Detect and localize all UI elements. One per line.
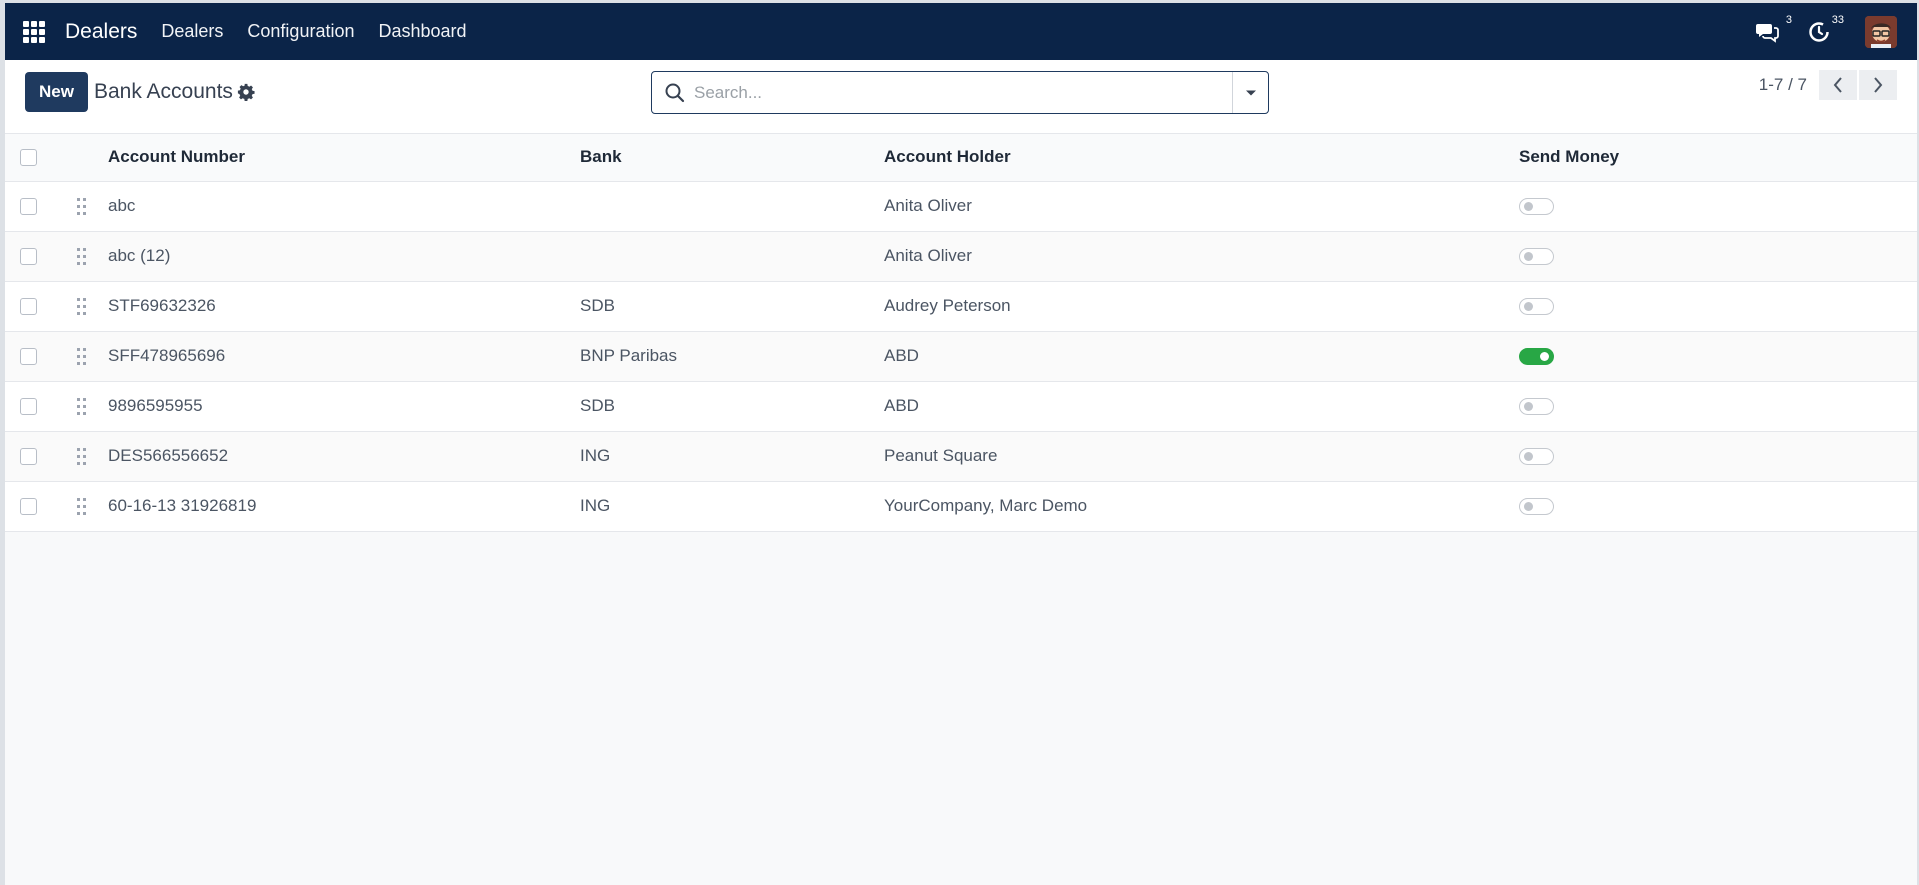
drag-handle-icon[interactable] [77,448,86,466]
row-checkbox[interactable] [20,298,37,316]
select-all-checkbox[interactable] [20,149,37,167]
control-panel: New Bank Accounts 1-7 / 7 [5,60,1917,134]
search-options-toggle[interactable] [1232,72,1268,113]
search-bar [651,71,1269,114]
cell-account-holder[interactable]: Anita Oliver [884,181,1519,231]
user-avatar[interactable] [1865,15,1897,48]
column-header-bank[interactable]: Bank [580,134,884,182]
activities-button[interactable]: 33 [1805,12,1847,46]
page-title[interactable]: Bank Accounts [94,80,233,104]
chevron-left-icon [1833,77,1842,93]
cell-account-holder[interactable]: YourCompany, Marc Demo [884,481,1519,531]
pager-next-button[interactable] [1859,70,1897,100]
drag-handle-icon[interactable] [77,348,86,366]
drag-handle-icon[interactable] [77,248,86,266]
table-row[interactable]: 60-16-13 31926819 ING YourCompany, Marc … [5,481,1917,531]
caret-down-icon [1245,90,1256,95]
column-header-account-number[interactable]: Account Number [108,134,580,182]
gear-icon[interactable] [237,83,255,101]
drag-handle-icon[interactable] [77,498,86,516]
cell-bank[interactable]: SDB [580,281,884,331]
send-money-toggle[interactable] [1519,298,1554,316]
cell-account-holder[interactable]: Anita Oliver [884,231,1519,281]
cell-account-number[interactable]: abc (12) [108,231,580,281]
menu-item-dealers[interactable]: Dealers [161,21,223,42]
chat-icon [1756,23,1779,43]
bank-accounts-table: Account Number Bank Account Holder Send … [5,134,1917,532]
avatar-image [1865,15,1897,48]
cell-account-number[interactable]: STF69632326 [108,281,580,331]
pager-value[interactable]: 1-7 / 7 [1759,75,1807,95]
table-row[interactable]: DES566556652 ING Peanut Square [5,431,1917,481]
messages-badge: 3 [1782,12,1795,27]
app-frame: Dealers Dealers Configuration Dashboard … [5,3,1917,885]
app-brand[interactable]: Dealers [65,20,137,44]
cell-account-number[interactable]: SFF478965696 [108,331,580,381]
activities-badge: 33 [1828,12,1847,27]
send-money-toggle[interactable] [1519,398,1554,416]
cell-account-holder[interactable]: ABD [884,331,1519,381]
row-checkbox[interactable] [20,398,37,416]
table-row[interactable]: SFF478965696 BNP Paribas ABD [5,331,1917,381]
search-icon [665,83,685,102]
cell-account-holder[interactable]: Audrey Peterson [884,281,1519,331]
cell-bank[interactable]: ING [580,431,884,481]
table-row[interactable]: 9896595955 SDB ABD [5,381,1917,431]
send-money-toggle[interactable] [1519,348,1554,366]
table-row[interactable]: STF69632326 SDB Audrey Peterson [5,281,1917,331]
column-header-send-money[interactable]: Send Money [1519,134,1917,182]
cell-bank[interactable]: SDB [580,381,884,431]
row-checkbox[interactable] [20,448,37,466]
menu-item-configuration[interactable]: Configuration [247,21,354,42]
cell-bank[interactable] [580,231,884,281]
messages-button[interactable]: 3 [1753,12,1795,46]
chevron-right-icon [1874,77,1883,93]
cell-bank[interactable]: ING [580,481,884,531]
table-row[interactable]: abc Anita Oliver [5,181,1917,231]
row-checkbox[interactable] [20,198,37,216]
cell-account-holder[interactable]: ABD [884,381,1519,431]
drag-handle-icon[interactable] [77,198,86,216]
search-input[interactable] [694,72,1232,113]
table-body: abc Anita Oliver abc (12) Anita Oliver S… [5,181,1917,531]
drag-handle-icon[interactable] [77,398,86,416]
top-navbar: Dealers Dealers Configuration Dashboard … [5,3,1917,60]
clock-icon [1809,21,1829,42]
send-money-toggle[interactable] [1519,448,1554,466]
cell-bank[interactable] [580,181,884,231]
cell-account-number[interactable]: 9896595955 [108,381,580,431]
cell-account-number[interactable]: abc [108,181,580,231]
table-row[interactable]: abc (12) Anita Oliver [5,231,1917,281]
new-button[interactable]: New [25,72,88,112]
column-header-account-holder[interactable]: Account Holder [884,134,1519,182]
menu-item-dashboard[interactable]: Dashboard [378,21,466,42]
cell-bank[interactable]: BNP Paribas [580,331,884,381]
drag-handle-icon[interactable] [77,298,86,316]
cell-account-number[interactable]: DES566556652 [108,431,580,481]
apps-grid-icon[interactable] [23,20,45,43]
send-money-toggle[interactable] [1519,248,1554,266]
pager-previous-button[interactable] [1819,70,1857,100]
table-header-row: Account Number Bank Account Holder Send … [5,134,1917,182]
row-checkbox[interactable] [20,498,37,516]
navbar-systray: 3 33 [1729,3,1917,60]
send-money-toggle[interactable] [1519,498,1554,516]
select-all-cell [5,134,77,182]
send-money-toggle[interactable] [1519,198,1554,216]
row-checkbox[interactable] [20,348,37,366]
pager: 1-7 / 7 [1759,70,1897,100]
cell-account-holder[interactable]: Peanut Square [884,431,1519,481]
row-checkbox[interactable] [20,248,37,266]
cell-account-number[interactable]: 60-16-13 31926819 [108,481,580,531]
